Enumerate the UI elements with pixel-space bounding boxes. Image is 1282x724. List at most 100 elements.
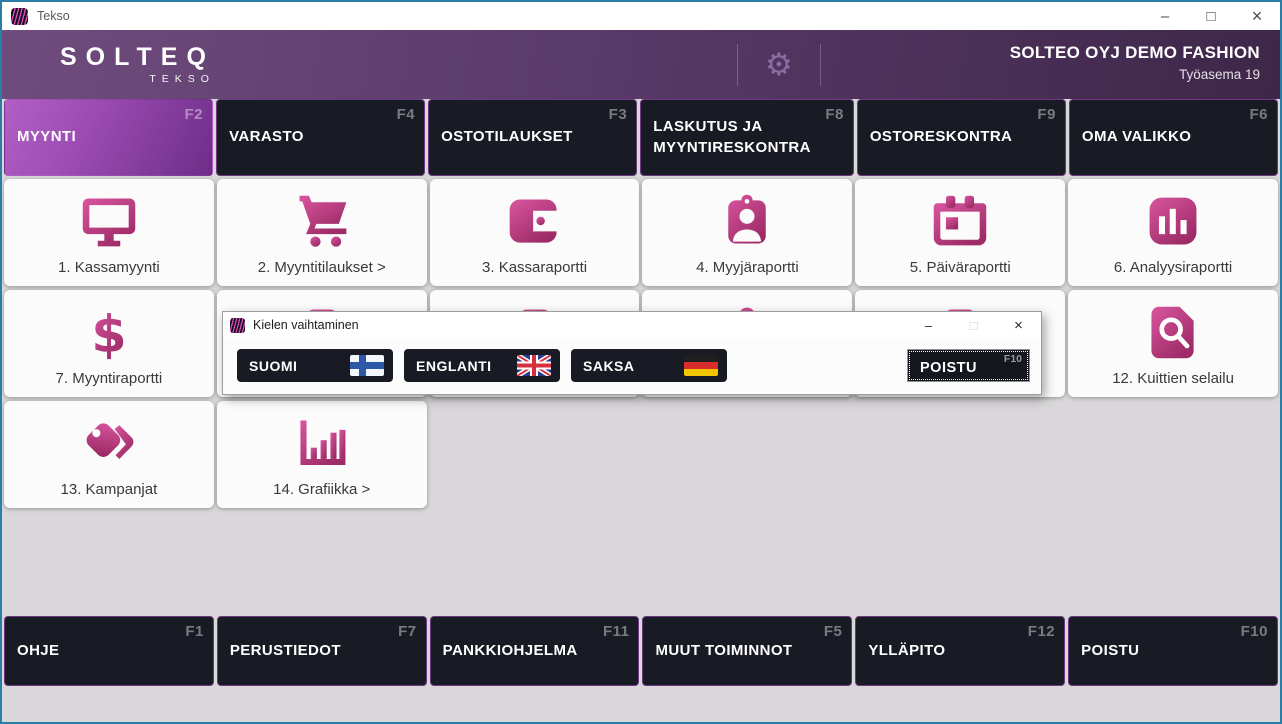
tile-label: 3. Kassaraportti [482, 259, 587, 276]
dialog-title: Kielen vaihtaminen [253, 318, 359, 332]
calendar-icon [930, 191, 990, 251]
fkey-label: F5 [824, 622, 843, 642]
tile-label: 5. Päiväraportti [910, 259, 1011, 276]
button-label: PANKKIOHJELMA [443, 641, 578, 661]
tile-kuittien-selailu[interactable]: 12. Kuittien selailu [1068, 290, 1278, 397]
tile-analyysiraportti[interactable]: 6. Analyysiraportti [1068, 179, 1278, 286]
fkey-label: F1 [185, 622, 204, 642]
tab-label: OSTOTILAUKSET [441, 127, 573, 147]
monitor-icon [79, 191, 139, 251]
tile-label: 13. Kampanjat [61, 481, 158, 498]
solteq-logo: SOLTEQ TEKSO [60, 43, 215, 85]
language-dialog: Kielen vaihtaminen – □ × SUOMI ENGLANTI … [222, 311, 1042, 395]
app-header: SOLTEQ TEKSO ⚙ SOLTEO OYJ DEMO FASHION T… [2, 30, 1280, 99]
dialog-minimize-icon[interactable]: – [906, 312, 951, 338]
ohje-button[interactable]: F1 OHJE [4, 616, 214, 686]
fkey-label: F10 [1004, 353, 1022, 365]
fkey-label: F7 [398, 622, 417, 642]
tile-label: 4. Myyjäraportti [696, 259, 799, 276]
tab-label: OMA VALIKKO [1082, 127, 1191, 147]
tile-myyjaraportti[interactable]: 4. Myyjäraportti [642, 179, 852, 286]
dialog-maximize-icon: □ [951, 312, 996, 338]
document-search-icon [1143, 302, 1203, 362]
button-label: POISTU [920, 360, 977, 376]
suomi-button[interactable]: SUOMI [237, 349, 393, 382]
button-label: OHJE [17, 641, 59, 661]
tile-kampanjat[interactable]: 13. Kampanjat [4, 401, 214, 508]
dialog-titlebar[interactable]: Kielen vaihtaminen – □ × [223, 312, 1041, 338]
muut-toiminnot-button[interactable]: F5 MUUT TOIMINNOT [642, 616, 852, 686]
tile-label: 12. Kuittien selailu [1112, 370, 1234, 387]
tile-label: 6. Analyysiraportti [1114, 259, 1232, 276]
tab-label: LASKUTUS JA MYYNTIRESKONTRA [653, 117, 811, 158]
tile-kassaraportti[interactable]: 3. Kassaraportti [430, 179, 640, 286]
perustiedot-button[interactable]: F7 PERUSTIEDOT [217, 616, 427, 686]
window-title: Tekso [37, 9, 70, 23]
tile-myyntiraportti[interactable]: $ 7. Myyntiraportti [4, 290, 214, 397]
tab-label: MYYNTI [17, 127, 76, 147]
tile-grafiikka[interactable]: 14. Grafiikka > [217, 401, 427, 508]
tab-myynti[interactable]: F2 MYYNTI [4, 99, 213, 176]
saksa-button[interactable]: SAKSA [571, 349, 727, 382]
tile-kassamyynti[interactable]: 1. Kassamyynti [4, 179, 214, 286]
tab-fkey: F9 [1037, 105, 1056, 125]
uk-flag-icon [517, 355, 551, 376]
tags-icon [79, 413, 139, 473]
germany-flag-icon [684, 355, 718, 376]
bar-chart-icon [1143, 191, 1203, 251]
button-label: POISTU [1081, 641, 1139, 661]
minimize-icon[interactable]: – [1142, 2, 1188, 30]
maximize-icon[interactable]: □ [1188, 2, 1234, 30]
yllapito-button[interactable]: F12 YLLÄPITO [855, 616, 1065, 686]
id-badge-icon [717, 191, 777, 251]
dialog-poistu-button[interactable]: F10 POISTU [907, 349, 1030, 382]
dialog-close-icon[interactable]: × [996, 312, 1041, 338]
titlebar: Tekso – □ × [2, 2, 1280, 30]
tab-ostotilaukset[interactable]: F3 OSTOTILAUKSET [428, 99, 637, 176]
tile-myyntitilaukset[interactable]: 2. Myyntitilaukset > [217, 179, 427, 286]
finland-flag-icon [350, 355, 384, 376]
fkey-label: F12 [1028, 622, 1055, 642]
englanti-button[interactable]: ENGLANTI [404, 349, 560, 382]
tab-fkey: F6 [1249, 105, 1268, 125]
tab-fkey: F3 [609, 105, 628, 125]
close-icon[interactable]: × [1234, 2, 1280, 30]
tab-oma-valikko[interactable]: F6 OMA VALIKKO [1069, 99, 1278, 176]
app-icon [11, 8, 28, 25]
fkey-label: F10 [1241, 622, 1268, 642]
app-window: Tekso – □ × SOLTEQ TEKSO ⚙ SOLTEO OYJ DE… [0, 0, 1282, 724]
tab-laskutus[interactable]: F8 LASKUTUS JA MYYNTIRESKONTRA [640, 99, 854, 176]
store-name: SOLTEO OYJ DEMO FASHION [1010, 43, 1260, 63]
tile-label: 2. Myyntitilaukset > [258, 259, 386, 276]
tab-fkey: F2 [185, 105, 204, 125]
graph-icon [292, 413, 352, 473]
logo-sub-text: TEKSO [60, 73, 215, 85]
tile-label: 1. Kassamyynti [58, 259, 160, 276]
header-divider [737, 44, 738, 86]
poistu-button[interactable]: F10 POISTU [1068, 616, 1278, 686]
workstation-label: Työasema 19 [1010, 67, 1260, 82]
tab-row: F2 MYYNTI F4 VARASTO F3 OSTOTILAUKSET F8… [4, 99, 1278, 176]
gear-icon[interactable]: ⚙ [765, 49, 793, 80]
tab-fkey: F4 [397, 105, 416, 125]
tile-label: 14. Grafiikka > [273, 481, 370, 498]
svg-text:$: $ [91, 305, 126, 362]
header-divider [820, 44, 821, 86]
tab-fkey: F8 [825, 105, 844, 125]
fkey-label: F11 [603, 622, 630, 642]
tab-varasto[interactable]: F4 VARASTO [216, 99, 425, 176]
cart-icon [292, 191, 352, 251]
button-label: SAKSA [583, 358, 635, 374]
button-label: PERUSTIEDOT [230, 641, 341, 661]
wallet-icon [505, 191, 565, 251]
button-label: YLLÄPITO [868, 641, 945, 661]
button-label: SUOMI [249, 358, 297, 374]
tab-label: VARASTO [229, 127, 304, 147]
tab-ostoreskontra[interactable]: F9 OSTORESKONTRA [857, 99, 1066, 176]
tile-paivaraportti[interactable]: 5. Päiväraportti [855, 179, 1065, 286]
app-icon [230, 318, 245, 333]
tile-label: 7. Myyntiraportti [56, 370, 163, 387]
dollar-icon: $ [79, 302, 139, 362]
pankkiohjelma-button[interactable]: F11 PANKKIOHJELMA [430, 616, 640, 686]
button-label: ENGLANTI [416, 358, 492, 374]
